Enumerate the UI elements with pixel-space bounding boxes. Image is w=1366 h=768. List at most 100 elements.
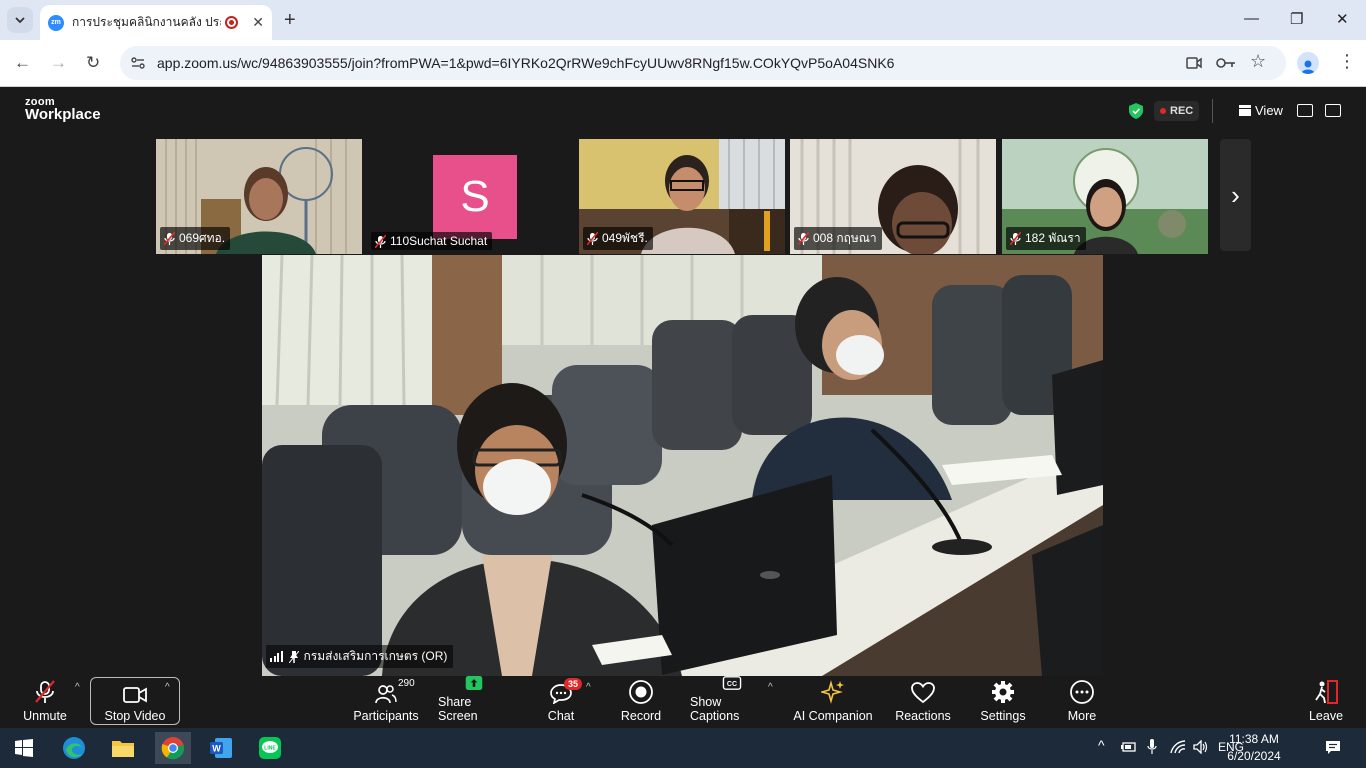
ai-companion-button[interactable]: AI Companion: [792, 676, 874, 728]
rec-label: REC: [1170, 105, 1194, 117]
mic-muted-icon: [164, 232, 175, 245]
unmute-button[interactable]: Unmute: [20, 676, 70, 728]
participant-tile[interactable]: 182 พัณรา: [1002, 139, 1208, 254]
speaker-video-feed: [262, 255, 1103, 676]
chat-label: Chat: [547, 709, 575, 723]
rec-dot-icon: [1160, 108, 1166, 114]
record-icon: [629, 680, 653, 704]
camera-icon[interactable]: [1186, 56, 1202, 70]
forward-arrow-icon[interactable]: →: [50, 53, 67, 73]
meeting-toolbar: Unmute ^ Stop Video ^ Participants 290 S…: [0, 676, 1366, 728]
mic-muted-icon: [1010, 232, 1021, 245]
meeting-stage: 069ศทอ. S 110Suchat Suchat 049พัชรี. 008…: [0, 135, 1366, 676]
system-clock[interactable]: 11:38 AM 6/20/2024: [1222, 731, 1286, 765]
participant-tile[interactable]: 069ศทอ.: [156, 139, 362, 254]
participant-name: 008 กฤษณา: [813, 231, 877, 245]
address-bar[interactable]: app.zoom.us/wc/94863903555/join?fromPWA=…: [120, 46, 1286, 80]
wifi-icon[interactable]: [1170, 740, 1186, 754]
minimize-button[interactable]: —: [1244, 10, 1259, 27]
tab-search-button[interactable]: [7, 7, 33, 33]
more-button[interactable]: More: [1060, 676, 1104, 728]
header-divider: [1212, 99, 1213, 123]
participants-count: 290: [398, 678, 415, 689]
windows-start-icon[interactable]: [8, 732, 40, 764]
reactions-button[interactable]: Reactions: [894, 676, 952, 728]
encryption-shield-icon[interactable]: [1129, 103, 1143, 119]
word-logo-icon: W: [210, 738, 232, 758]
ai-companion-label: AI Companion: [793, 709, 873, 723]
key-icon[interactable]: [1216, 56, 1236, 70]
record-label: Record: [620, 709, 662, 723]
next-page-chevron-icon[interactable]: ›: [1220, 139, 1251, 251]
pin-icon: [288, 650, 299, 663]
video-options-chevron-icon[interactable]: ^: [165, 682, 170, 693]
svg-text:W: W: [212, 744, 221, 754]
zoom-header: zoom Workplace REC View: [0, 87, 1366, 135]
participant-name: 049พัชรี.: [602, 231, 648, 245]
speaker-name: กรมส่งเสริมการเกษตร (OR): [303, 649, 448, 663]
participant-name: 110Suchat Suchat: [390, 234, 488, 248]
clock-time: 11:38 AM: [1229, 732, 1279, 746]
person-icon: [1301, 60, 1315, 74]
main-speaker-video[interactable]: กรมส่งเสริมการเกษตร (OR): [262, 255, 1103, 676]
notification-center-icon[interactable]: [1325, 740, 1341, 755]
stop-video-button[interactable]: Stop Video: [100, 676, 170, 728]
captions-options-chevron-icon[interactable]: ^: [768, 682, 773, 693]
closed-captions-icon: CC: [722, 676, 742, 690]
windows-taskbar: W LINE ^ ENG 11:38 AM 6/20/2024: [0, 728, 1366, 768]
participant-tile[interactable]: S 110Suchat Suchat: [367, 139, 573, 254]
line-app-icon[interactable]: LINE: [254, 732, 286, 764]
new-tab-button[interactable]: +: [284, 9, 296, 32]
back-arrow-icon[interactable]: ←: [14, 53, 31, 73]
bookmark-star-icon[interactable]: ☆: [1250, 51, 1266, 72]
pop-out-window-icon[interactable]: [1297, 104, 1313, 117]
edge-browser-icon[interactable]: [58, 732, 90, 764]
speaker-name-label: กรมส่งเสริมการเกษตร (OR): [266, 645, 454, 668]
tab-close-icon[interactable]: ✕: [252, 14, 264, 31]
participant-name-label: 049พัชรี.: [583, 227, 653, 250]
share-screen-icon: [465, 676, 483, 690]
volume-icon[interactable]: [1193, 740, 1209, 754]
svg-text:CC: CC: [727, 681, 737, 688]
recording-status-badge[interactable]: REC: [1154, 101, 1200, 121]
mic-muted-icon: [587, 232, 598, 245]
close-window-button[interactable]: ✕: [1336, 10, 1349, 28]
mic-muted-icon: [798, 232, 809, 245]
participant-name: 069ศทอ.: [179, 231, 226, 245]
leave-button[interactable]: Leave: [1306, 676, 1346, 728]
more-label: More: [1067, 709, 1097, 723]
file-explorer-icon[interactable]: [107, 732, 139, 764]
tray-overflow-chevron-icon[interactable]: ^: [1098, 737, 1105, 753]
browser-toolbar: ← → ↻ app.zoom.us/wc/94863903555/join?fr…: [0, 40, 1366, 87]
chat-options-chevron-icon[interactable]: ^: [586, 682, 591, 693]
participant-name-label: 069ศทอ.: [160, 227, 231, 250]
grid-view-icon: [1239, 105, 1251, 116]
tab-title: การประชุมคลินิกงานคลัง ประจำปี: [71, 15, 221, 29]
audio-options-chevron-icon[interactable]: ^: [75, 682, 80, 693]
profile-avatar[interactable]: [1297, 52, 1319, 74]
mic-muted-icon: [35, 680, 55, 703]
reload-icon[interactable]: ↻: [86, 53, 100, 73]
browser-tab-active[interactable]: zm การประชุมคลินิกงานคลัง ประจำปี ✕: [40, 5, 272, 40]
share-screen-button[interactable]: Share Screen: [438, 676, 510, 728]
clock-date: 6/20/2024: [1227, 749, 1281, 763]
restore-button[interactable]: ❐: [1290, 10, 1303, 28]
show-captions-button[interactable]: CC Show Captions: [690, 676, 774, 728]
settings-button[interactable]: Settings: [978, 676, 1028, 728]
browser-menu-icon[interactable]: ⋮: [1338, 51, 1356, 72]
participant-tile[interactable]: 049พัชรี.: [579, 139, 785, 254]
full-screen-icon[interactable]: [1325, 104, 1341, 117]
microphone-icon[interactable]: [1147, 739, 1157, 755]
view-button[interactable]: View: [1239, 103, 1283, 118]
word-app-icon[interactable]: W: [205, 732, 237, 764]
battery-icon[interactable]: [1121, 741, 1137, 753]
unmute-label: Unmute: [23, 709, 67, 723]
site-settings-icon[interactable]: [130, 55, 146, 71]
record-button[interactable]: Record: [618, 676, 664, 728]
view-label: View: [1255, 103, 1283, 118]
url-text: app.zoom.us/wc/94863903555/join?fromPWA=…: [157, 55, 895, 71]
line-logo-icon: LINE: [259, 737, 281, 759]
participant-name-label: 008 กฤษณา: [794, 227, 882, 250]
participant-tile[interactable]: 008 กฤษณา: [790, 139, 996, 254]
chrome-browser-icon[interactable]: [155, 732, 191, 764]
